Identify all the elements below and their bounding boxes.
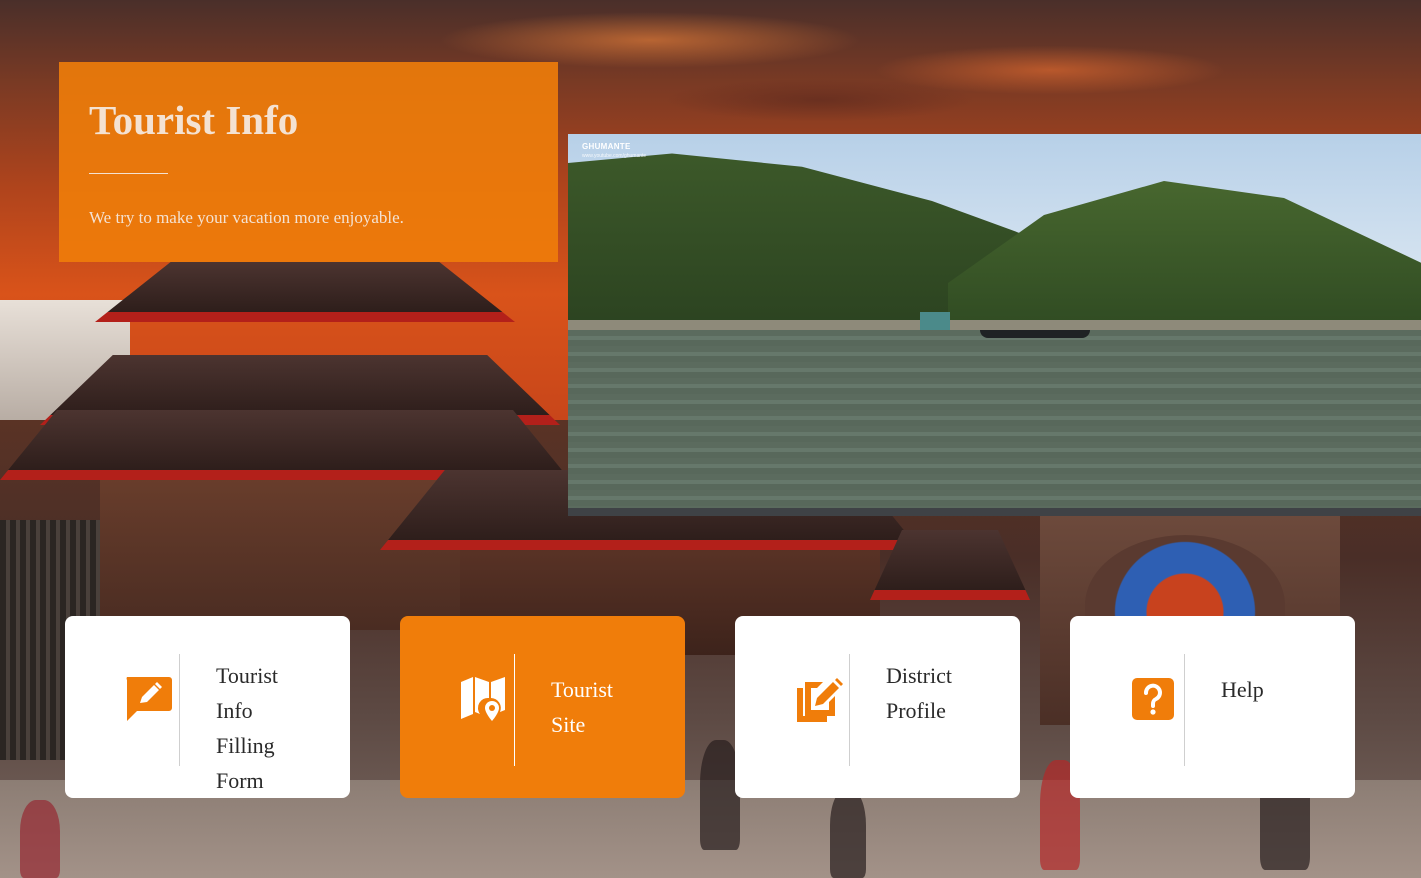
hero-subtitle: We try to make your vacation more enjoya… — [89, 208, 404, 227]
card-label: Tourist Info Filling Form — [216, 658, 336, 798]
card-label-line: Filling — [216, 733, 275, 758]
card-label-line: Tourist — [216, 663, 279, 688]
edit-document-icon — [792, 673, 844, 725]
page-title: Tourist Info — [89, 97, 299, 143]
card-divider — [1184, 654, 1185, 766]
pedestrian — [20, 800, 60, 878]
video-floating-hut — [920, 312, 950, 330]
card-label-line: Profile — [886, 698, 946, 723]
video-boat — [980, 330, 1090, 338]
card-label-line: Info — [216, 698, 253, 723]
card-divider — [849, 654, 850, 766]
card-divider — [514, 654, 515, 766]
card-label: District Profile — [886, 658, 1006, 728]
pedestrian — [700, 740, 740, 850]
hero-card: Tourist Info We try to make your vacatio… — [59, 62, 558, 262]
pedestrian — [830, 790, 866, 878]
video-brand: GHUMANTE — [582, 142, 631, 151]
video-lake — [568, 330, 1421, 510]
card-tourist-site[interactable]: Tourist Site — [400, 616, 685, 798]
card-label: Tourist Site — [551, 672, 671, 742]
card-label-line: Tourist — [551, 677, 614, 702]
pencil-message-icon — [122, 673, 174, 725]
video-watermark: GHUMANTE www.youtube.com/ghumante — [582, 142, 646, 159]
card-help[interactable]: Help — [1070, 616, 1355, 798]
card-district-profile[interactable]: District Profile — [735, 616, 1020, 798]
card-label-line: Help — [1221, 677, 1264, 702]
map-pin-icon — [457, 673, 509, 725]
video-url: www.youtube.com/ghumante — [582, 153, 647, 159]
pagoda-roof — [0, 410, 570, 480]
video-player[interactable]: GHUMANTE www.youtube.com/ghumante — [568, 134, 1421, 516]
page: Tourist Info We try to make your vacatio… — [0, 0, 1421, 878]
video-progress-bar[interactable] — [568, 508, 1421, 516]
card-label-line: Site — [551, 712, 586, 737]
card-divider — [179, 654, 180, 766]
card-label-line: District — [886, 663, 952, 688]
card-label: Help — [1221, 672, 1341, 707]
question-icon — [1127, 673, 1179, 725]
card-label-line: Form — [216, 768, 264, 793]
card-tourist-info-filling-form[interactable]: Tourist Info Filling Form — [65, 616, 350, 798]
title-divider — [89, 173, 168, 174]
